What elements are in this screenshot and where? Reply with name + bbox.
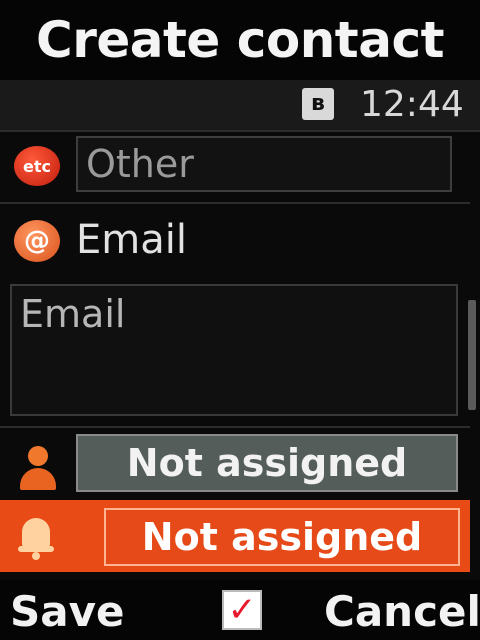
title-bar: Create contact	[0, 0, 480, 80]
email-field[interactable]: Email	[10, 284, 458, 416]
bluetooth-glyph: ʙ	[311, 91, 325, 116]
save-button[interactable]: Save	[10, 584, 124, 640]
bluetooth-icon: ʙ	[302, 88, 334, 120]
ringtone-value: Not assigned	[141, 515, 423, 559]
check-mark-glyph: ✓	[227, 590, 257, 630]
email-field-placeholder: Email	[20, 292, 126, 336]
caller-group-field[interactable]: Not assigned	[76, 434, 458, 492]
caller-group-value: Not assigned	[126, 441, 408, 485]
other-field-value: Other	[86, 142, 194, 186]
cancel-button[interactable]: Cancel	[324, 584, 480, 640]
checkbox-checked-icon[interactable]: ✓	[222, 590, 262, 630]
email-label: Email	[76, 217, 187, 263]
divider	[0, 426, 470, 428]
person-icon-body	[20, 468, 56, 490]
person-icon-head	[28, 446, 48, 466]
scrollbar[interactable]	[468, 300, 476, 410]
etc-icon: etc	[14, 146, 60, 186]
at-sign-glyph: @	[24, 226, 50, 256]
person-icon	[18, 446, 58, 490]
etc-icon-label: etc	[23, 156, 51, 176]
other-field[interactable]: Other	[76, 136, 452, 192]
bell-icon-clapper	[32, 552, 40, 560]
clock: 12:44	[360, 84, 464, 125]
bell-icon	[18, 518, 54, 560]
page-title: Create contact	[36, 11, 445, 69]
at-sign-icon: @	[14, 220, 60, 262]
bell-icon-dome	[22, 518, 50, 548]
ringtone-field[interactable]: Not assigned	[104, 508, 460, 566]
